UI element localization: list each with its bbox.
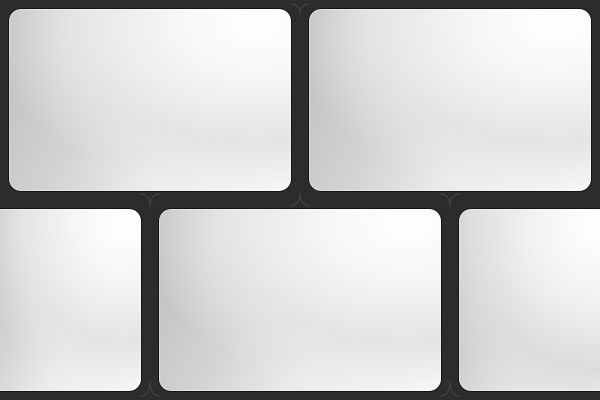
seam-curve-bottom-left — [140, 378, 160, 400]
tile-row2-center — [159, 209, 441, 391]
seam-curve-mid-center — [290, 188, 310, 210]
tile-row1-right — [309, 9, 591, 191]
seam-curve-mid-right — [440, 190, 460, 212]
tile-wall — [0, 0, 600, 400]
tile-row2-right-partial — [459, 209, 600, 391]
tile-row1-left — [9, 9, 291, 191]
tile-row2-left-partial — [0, 209, 141, 391]
seam-curve-mid-left — [140, 190, 160, 212]
seam-curve-top-center — [290, 0, 310, 22]
seam-curve-bottom-right — [440, 378, 460, 400]
